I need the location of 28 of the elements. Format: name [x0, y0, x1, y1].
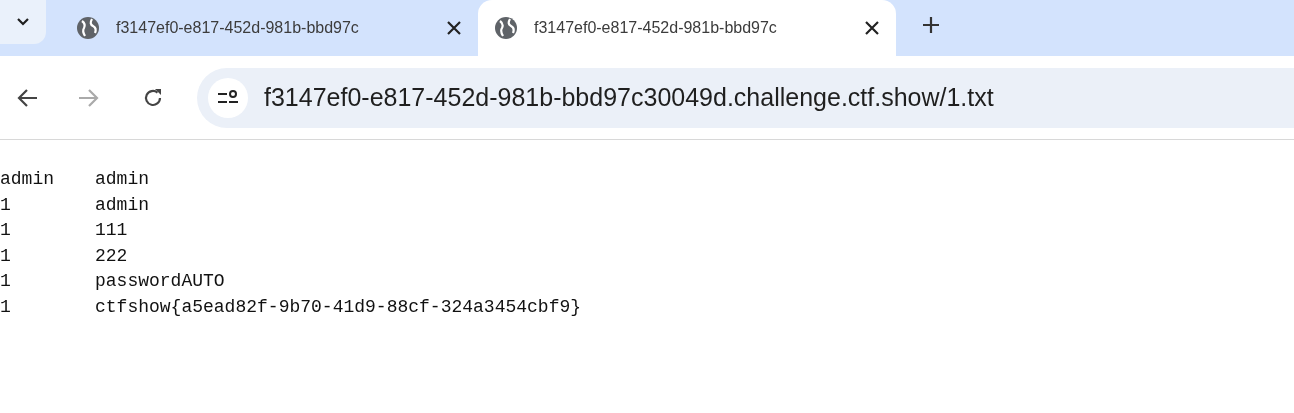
text-line-cell-text: admin — [95, 193, 149, 217]
globe-icon — [494, 16, 518, 40]
browser-tab[interactable]: f3147ef0-e817-452d-981b-bbd97c — [60, 0, 478, 56]
url-text: f3147ef0-e817-452d-981b-bbd97c30049d.challenge.ctf.show/1.txt — [264, 81, 994, 113]
text-line-cell-text: 222 — [95, 244, 128, 268]
text-line-cell: 1 — [0, 296, 11, 317]
address-bar[interactable]: f3147ef0-e817-452d-981b-bbd97c30049d.challenge.ctf.show/1.txt — [197, 67, 1294, 128]
text-line-cell: 1 — [0, 194, 11, 215]
text-line-cell: 1 — [0, 220, 11, 240]
close-icon[interactable] — [446, 20, 462, 36]
close-icon[interactable] — [864, 20, 880, 36]
tab-title: f3147ef0-e817-452d-981b-bbd97c — [116, 18, 360, 38]
text-line-cell-text: admin — [95, 168, 149, 191]
text-line-cell: admin — [0, 169, 54, 189]
tab-title: f3147ef0-e817-452d-981b-bbd97c — [534, 18, 778, 38]
browser-tab[interactable]: f3147ef0-e817-452d-981b-bbd97c — [478, 0, 896, 56]
text-line-cell-text: ctfshow{a5ead82f-9b70-41d9-88cf-324a3454cbf9} — [95, 295, 582, 319]
site-info-button[interactable] — [208, 77, 248, 118]
forward-arrow-icon — [78, 87, 100, 108]
text-line-cell: 1 — [0, 245, 11, 266]
plus-icon — [922, 16, 940, 34]
globe-icon — [76, 16, 100, 40]
back-arrow-icon — [16, 87, 38, 108]
reload-icon — [142, 86, 164, 109]
text-line-cell: 1 — [0, 271, 11, 291]
chevron-down-icon — [16, 17, 30, 27]
text-line-cell-text: passwordAUTO — [95, 270, 225, 293]
text-line-cell-text: 111 — [95, 219, 128, 242]
